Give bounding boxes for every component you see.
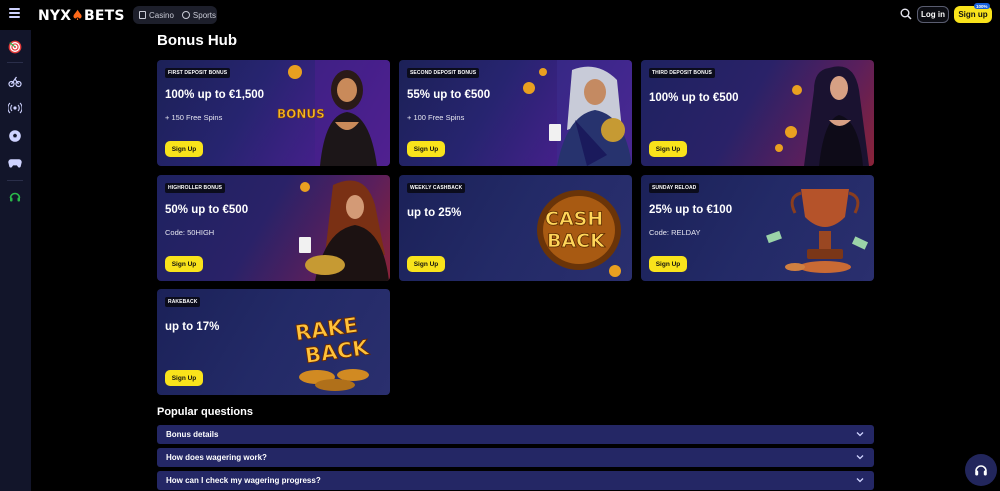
soccer-icon[interactable] — [8, 129, 22, 143]
mode-switch: Casino Sports — [133, 6, 217, 24]
bonus-tag: THIRD DEPOSIT BONUS — [649, 68, 715, 78]
tab-casino-label: Casino — [149, 10, 174, 20]
top-bar: NYX♠BETS Casino Sports Log in Sign up 10… — [0, 0, 1000, 30]
signup-button[interactable]: Sign Up — [165, 256, 203, 272]
signup-button[interactable]: Sign Up — [649, 256, 687, 272]
bonus-tag: RAKEBACK — [165, 297, 201, 307]
divider — [7, 180, 23, 181]
faq-question: How does wagering work? — [166, 453, 267, 462]
chevron-down-icon — [856, 455, 864, 460]
flame-icon: ♠ — [71, 8, 85, 24]
signup-badge: 100% — [974, 3, 990, 9]
signup-button[interactable]: Sign Up — [165, 141, 203, 157]
cashback-illustration: CASH BACK — [537, 190, 621, 277]
menu-icon[interactable] — [9, 8, 20, 18]
headset-icon — [975, 465, 987, 476]
bonus-title: 25% up to €100 — [649, 204, 733, 216]
signup-button[interactable]: Sign Up — [407, 141, 445, 157]
divider — [7, 62, 23, 63]
faq-item[interactable]: How can I check my wagering progress? — [157, 471, 874, 490]
search-icon[interactable] — [900, 8, 912, 20]
tab-casino[interactable]: Casino — [136, 9, 177, 22]
chevron-down-icon — [856, 478, 864, 483]
bonus-title: up to 17% — [165, 321, 220, 333]
tab-sports-label: Sports — [192, 10, 217, 20]
bonus-card-first-deposit[interactable]: BONUS FIRST DEPOSIT BONUS 100% up to €1,… — [157, 60, 390, 166]
faq-item[interactable]: Bonus details — [157, 425, 874, 444]
sorceress-illustration — [775, 66, 869, 166]
target-icon[interactable] — [8, 40, 22, 54]
god-illustration — [523, 60, 632, 166]
support-headset-icon[interactable] — [8, 190, 22, 204]
rakeback-illustration: RAKE BACK — [293, 312, 371, 391]
bonus-tag: FIRST DEPOSIT BONUS — [165, 68, 231, 78]
faq-question: How can I check my wagering progress? — [166, 476, 321, 485]
bonus-card-highroller[interactable]: HIGHROLLER BONUS 50% up to €500 Code: 50… — [157, 175, 390, 281]
faq-item[interactable]: How does wagering work? — [157, 448, 874, 467]
bonus-title: 55% up to €500 — [407, 89, 491, 101]
bonus-title: 100% up to €500 — [649, 92, 739, 104]
bonus-card-sunday-reload[interactable]: SUNDAY RELOAD 25% up to €100 Code: RELDA… — [641, 175, 874, 281]
bonus-card-weekly-cashback[interactable]: CASH BACK WEEKLY CASHBACK up to 25% Sign… — [399, 175, 632, 281]
bonus-title: 100% up to €1,500 — [165, 89, 265, 101]
soccer-ball-icon — [181, 11, 190, 19]
bonus-subtitle: + 150 Free Spins — [165, 113, 223, 122]
bonus-tag: SUNDAY RELOAD — [649, 183, 700, 193]
bonus-title: up to 25% — [407, 207, 462, 219]
bonus-card-third-deposit[interactable]: THIRD DEPOSIT BONUS 100% up to €500 Sign… — [641, 60, 874, 166]
svg-text:BONUS: BONUS — [277, 107, 325, 121]
live-support-button[interactable] — [965, 454, 997, 486]
bonus-tag: HIGHROLLER BONUS — [165, 183, 226, 193]
logo-left: NYX — [38, 8, 72, 24]
sidebar — [0, 30, 31, 491]
login-button[interactable]: Log in — [917, 6, 949, 23]
goddess-illustration: BONUS — [277, 60, 390, 166]
logo-right: BETS — [84, 8, 125, 24]
bonus-subtitle: Code: RELDAY — [649, 228, 701, 237]
bonus-tag: WEEKLY CASHBACK — [407, 183, 466, 193]
warrior-illustration — [299, 180, 389, 281]
tab-sports[interactable]: Sports — [179, 9, 219, 22]
cards-icon — [139, 11, 146, 19]
live-broadcast-icon[interactable] — [8, 101, 22, 115]
faq-question: Bonus details — [166, 430, 219, 439]
bonus-card-rakeback[interactable]: RAKE BACK RAKEBACK up to 17% Sign Up — [157, 289, 390, 395]
bonus-title: 50% up to €500 — [165, 204, 249, 216]
faq-title: Popular questions — [157, 406, 253, 418]
page-title: Bonus Hub — [157, 32, 237, 49]
signup-button[interactable]: Sign Up — [649, 141, 687, 157]
trophy-illustration — [766, 189, 869, 273]
cashback-word-2: BACK — [547, 230, 606, 252]
bonus-subtitle: + 100 Free Spins — [407, 113, 465, 122]
cashback-word-1: CASH — [545, 208, 603, 230]
gamepad-icon[interactable] — [8, 156, 22, 170]
bonus-tag: SECOND DEPOSIT BONUS — [407, 68, 480, 78]
signup-button[interactable]: Sign Up — [407, 256, 445, 272]
logo[interactable]: NYX♠BETS — [38, 8, 125, 24]
signup-button[interactable]: Sign Up — [165, 370, 203, 386]
bonus-card-second-deposit[interactable]: SECOND DEPOSIT BONUS 55% up to €500 + 10… — [399, 60, 632, 166]
chevron-down-icon — [856, 432, 864, 437]
cycling-icon[interactable] — [8, 74, 22, 88]
bonus-subtitle: Code: 50HIGH — [165, 228, 215, 237]
